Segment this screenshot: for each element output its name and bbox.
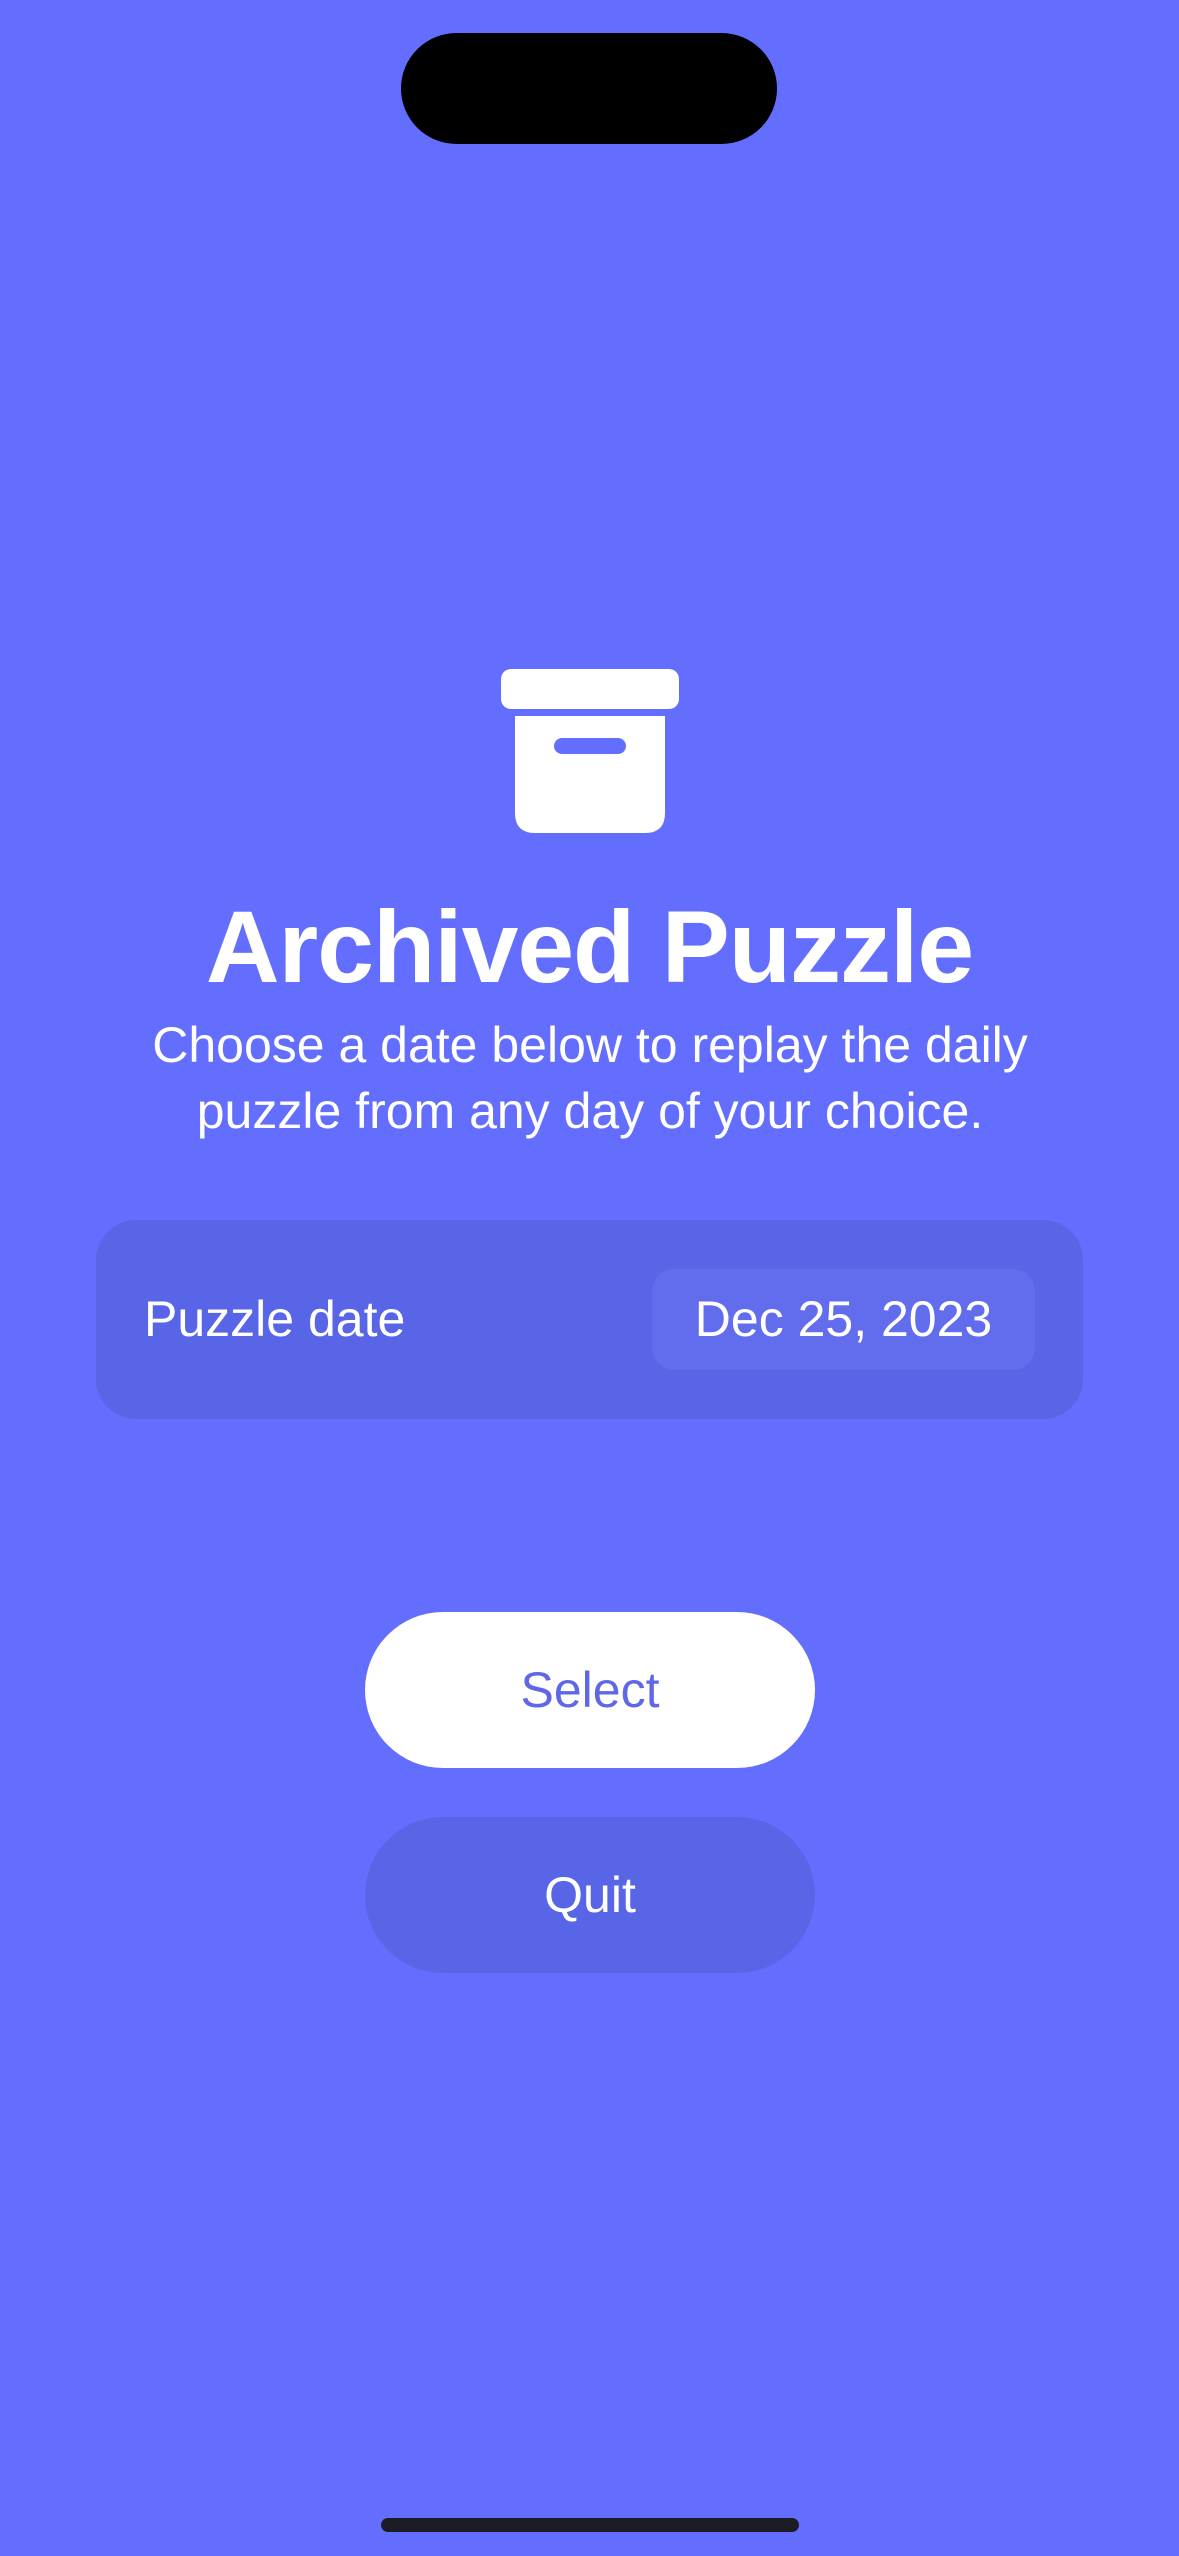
puzzle-date-label: Puzzle date (144, 1291, 406, 1347)
archive-box-icon (501, 669, 679, 833)
select-button[interactable]: Select (365, 1612, 815, 1768)
puzzle-date-picker[interactable]: Dec 25, 2023 (652, 1269, 1035, 1370)
home-indicator[interactable] (381, 2518, 799, 2532)
puzzle-date-row: Puzzle date Dec 25, 2023 (96, 1220, 1083, 1419)
dynamic-island (401, 33, 777, 144)
page-title: Archived Puzzle (205, 890, 974, 1004)
page-subtitle: Choose a date below to replay the daily … (152, 1017, 1028, 1139)
quit-button[interactable]: Quit (365, 1817, 815, 1973)
archived-puzzle-screen: Archived Puzzle Choose a date below to r… (0, 0, 1179, 2556)
